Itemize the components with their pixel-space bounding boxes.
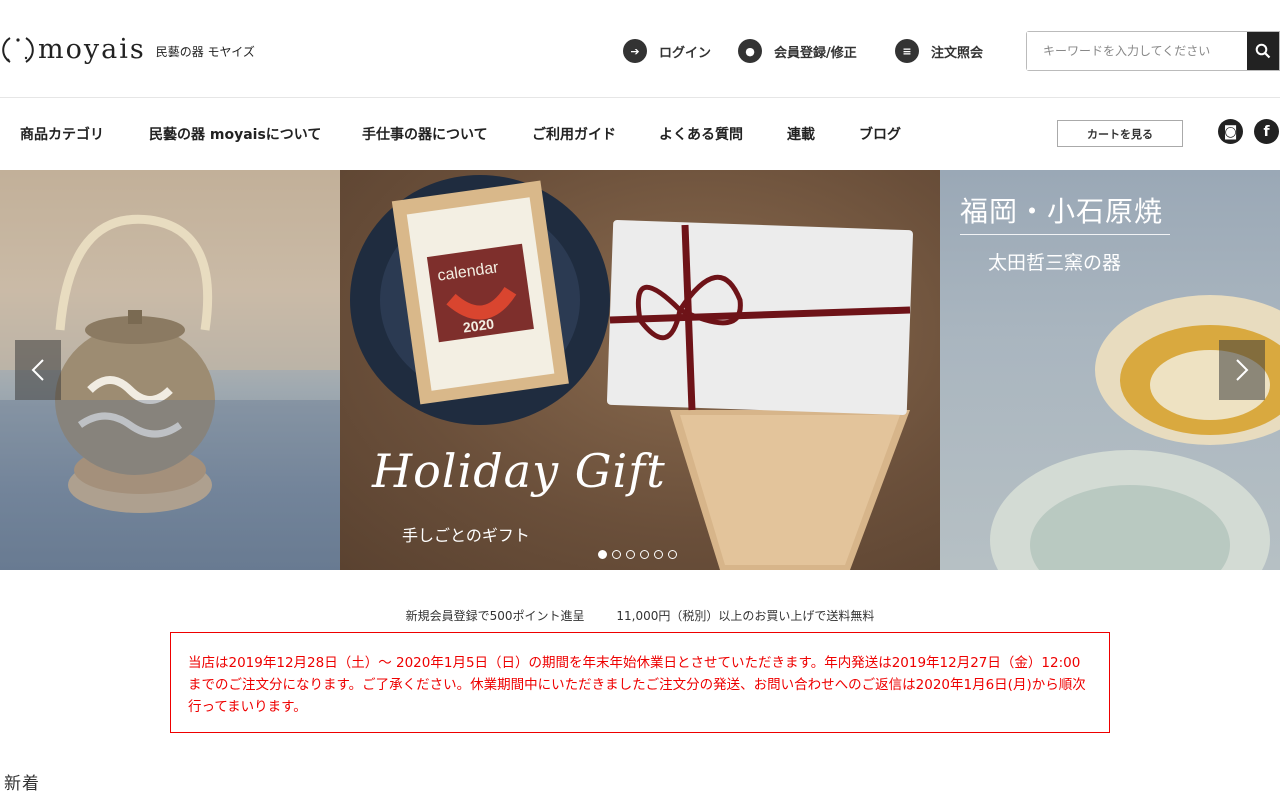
search-icon [1255, 43, 1271, 59]
slider-dots [598, 550, 677, 559]
instagram-icon[interactable]: ◙ [1218, 119, 1243, 144]
login-link[interactable]: ➔ ログイン [623, 39, 711, 63]
nav-item-faq[interactable]: よくある質問 [659, 124, 743, 144]
search-button[interactable] [1247, 32, 1279, 70]
slider-dot[interactable] [626, 550, 635, 559]
slider-dot[interactable] [598, 550, 607, 559]
logo-text: moyais [38, 34, 146, 65]
main-nav: 商品カテゴリ 民藝の器 moyaisについて 手仕事の器について ご利用ガイド … [0, 99, 1280, 169]
slider-dot[interactable] [654, 550, 663, 559]
title-divider [960, 234, 1170, 235]
chevron-right-icon [1236, 359, 1249, 381]
nav-item-series[interactable]: 連載 [787, 124, 815, 144]
nav-item-category[interactable]: 商品カテゴリ [20, 124, 104, 144]
site-logo[interactable]: moyais 民藝の器 モヤイズ [0, 32, 255, 68]
order-lookup-label: 注文照会 [931, 45, 984, 61]
login-label: ログイン [659, 45, 712, 61]
order-lookup-link[interactable]: ≡ 注文照会 [895, 39, 983, 63]
slide-right-title: 福岡・小石原焼 [960, 195, 1164, 228]
member-register-link[interactable]: ● 会員登録/修正 [738, 39, 857, 63]
list-icon: ≡ [895, 39, 919, 63]
hero-slider: calendar 2020 福岡・小石原焼 太田哲三窯の器 Holiday Gi… [0, 170, 1280, 570]
nav-item-blog[interactable]: ブログ [859, 124, 901, 144]
holiday-gift-subtitle: 手しごとのギフト [402, 526, 530, 545]
slider-prev-button[interactable] [15, 340, 61, 400]
site-header: moyais 民藝の器 モヤイズ ➔ ログイン ● 会員登録/修正 ≡ 注文照会 [0, 0, 1280, 98]
view-cart-button[interactable]: カートを見る [1057, 120, 1183, 147]
search-input[interactable] [1027, 32, 1247, 70]
gift-illustration: calendar 2020 [350, 175, 913, 570]
points-info: 新規会員登録で500ポイント進呈 [405, 609, 585, 623]
search-box [1026, 31, 1280, 71]
info-line: 新規会員登録で500ポイント進呈 11,000円（税別）以上のお買い上げで送料無… [0, 607, 1280, 624]
user-icon: ● [738, 39, 762, 63]
chevron-left-icon [31, 359, 44, 381]
logo-subtitle: 民藝の器 モヤイズ [155, 44, 255, 59]
slider-dot[interactable] [612, 550, 621, 559]
shipping-info: 11,000円（税別）以上のお買い上げで送料無料 [616, 609, 875, 623]
nav-item-guide[interactable]: ご利用ガイド [532, 124, 616, 144]
logo-mark-icon [2, 37, 34, 63]
slider-next-button[interactable] [1219, 340, 1265, 400]
holiday-notice: 当店は2019年12月28日（土）～ 2020年1月5日（日）の期間を年末年始休… [170, 632, 1110, 733]
login-icon: ➔ [623, 39, 647, 63]
new-arrivals-heading: 新着 [4, 774, 40, 794]
slider-dot[interactable] [640, 550, 649, 559]
holiday-gift-title: Holiday Gift [372, 444, 666, 498]
slide-right-subtitle: 太田哲三窯の器 [988, 252, 1122, 274]
slide-holiday-gift[interactable]: calendar 2020 [340, 170, 940, 570]
facebook-icon[interactable]: f [1254, 119, 1279, 144]
nav-item-about[interactable]: 民藝の器 moyaisについて [149, 124, 321, 144]
member-register-label: 会員登録/修正 [774, 45, 857, 61]
nav-item-handcraft[interactable]: 手仕事の器について [362, 124, 488, 144]
slider-dot[interactable] [668, 550, 677, 559]
